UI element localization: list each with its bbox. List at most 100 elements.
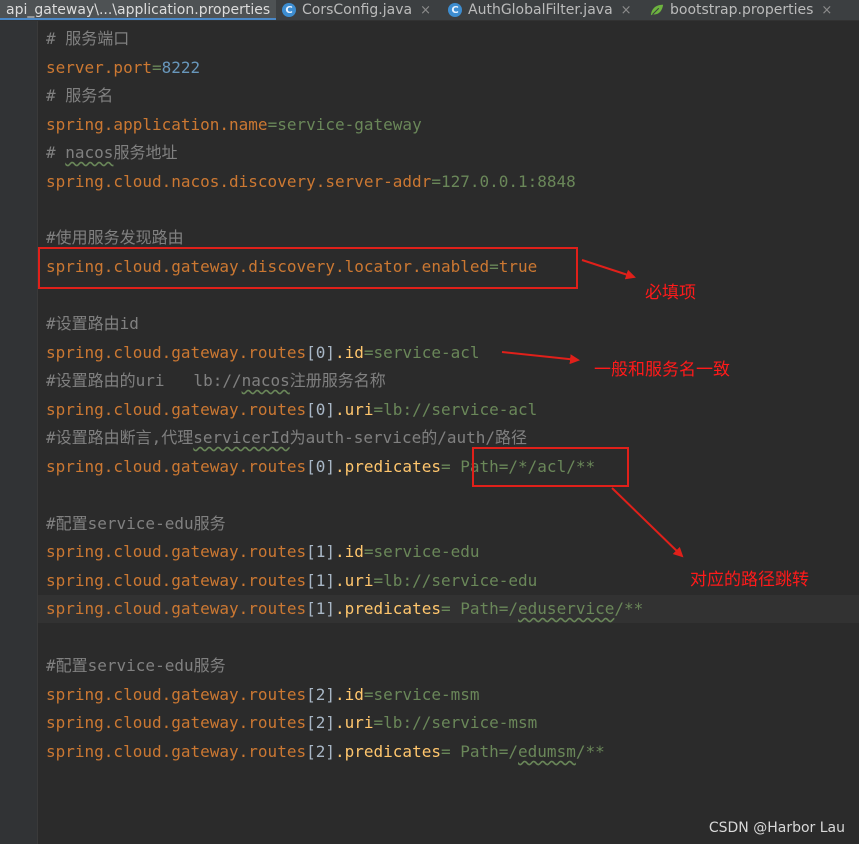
property-key: spring.cloud.gateway.routes [46,400,307,419]
property-key: spring.cloud.gateway.routes [46,343,307,362]
property-value: /** [575,742,605,761]
route-index: [1] [306,542,335,561]
comment: # [46,143,66,162]
equals-sign: = [267,115,278,134]
property-value: /** [614,599,644,618]
property-value: 127.0.0.1:8848 [440,172,576,191]
property-key: spring.application.name [46,115,268,134]
route-property: .uri [335,713,374,732]
code-line-20[interactable]: spring.cloud.gateway.routes[1].uri=lb://… [46,567,537,595]
annotation-path-mapping: 对应的路径跳转 [690,570,809,590]
highlight-box-predicates-path [472,447,629,487]
property-key: spring.cloud.nacos.discovery.server-addr [46,172,432,191]
equals-sign: = [373,713,384,732]
route-index: [2] [306,713,335,732]
equals-sign: = [151,58,162,77]
code-line-25[interactable]: spring.cloud.gateway.routes[2].uri=lb://… [46,709,537,737]
route-property: .predicates [335,599,441,618]
close-icon[interactable]: × [420,3,431,18]
route-index: [1] [306,571,335,590]
property-value: Path=/ [460,742,519,761]
property-key: spring.cloud.gateway.routes [46,685,307,704]
equals-sign: = [363,685,374,704]
tab-bootstrap-properties[interactable]: bootstrap.properties × [644,0,859,20]
annotation-same-as-service-name: 一般和服务名一致 [594,360,730,380]
comment: # 服务名 [46,86,114,105]
property-value: 8222 [161,58,201,77]
equals-sign: = [440,599,461,618]
tab-application-properties[interactable]: api_gateway\...\application.properties × [0,0,276,20]
line-gutter [0,21,38,844]
code-line-2[interactable]: server.port=8222 [46,54,200,82]
editor-tab-bar: api_gateway\...\application.properties ×… [0,0,859,21]
comment: #设置路由id [46,314,139,333]
route-property: .uri [335,400,374,419]
property-value-misspelled-word: eduservice [518,599,615,618]
comment-misspelled-word: nacos [65,143,114,162]
code-line-1[interactable]: # 服务端口 [46,25,129,53]
property-key: spring.cloud.gateway.routes [46,457,307,476]
route-index: [2] [306,685,335,704]
property-key: spring.cloud.gateway.routes [46,599,307,618]
code-line-26[interactable]: spring.cloud.gateway.routes[2].predicate… [46,738,605,766]
comment: #设置路由的uri lb:// [46,371,242,390]
tab-label: CorsConfig.java [302,2,413,18]
arrow-to-path-note [611,487,684,558]
spring-leaf-icon [650,3,664,17]
equals-sign: = [431,172,441,191]
property-value: lb://service-acl [383,400,538,419]
equals-sign: = [363,343,374,362]
property-key: spring.cloud.gateway.routes [46,742,307,761]
code-line-5[interactable]: # nacos服务地址 [46,139,177,167]
route-index: [0] [306,400,335,419]
code-line-3[interactable]: # 服务名 [46,82,113,110]
code-line-13[interactable]: #设置路由的uri lb://nacos注册服务名称 [46,367,386,395]
tab-authglobalfilter-java[interactable]: C AuthGlobalFilter.java × [442,0,644,20]
code-line-12[interactable]: spring.cloud.gateway.routes[0].id=servic… [46,339,480,367]
code-line-23[interactable]: #配置service-edu服务 [46,652,226,680]
route-property: .id [335,685,364,704]
code-line-4[interactable]: spring.application.name=service-gateway [46,111,422,139]
property-value: service-gateway [277,115,422,134]
arrow-to-required-note [581,259,636,280]
property-value: service-edu [373,542,480,561]
route-property: .id [335,343,364,362]
code-line-24[interactable]: spring.cloud.gateway.routes[2].id=servic… [46,681,480,709]
code-line-18[interactable]: #配置service-edu服务 [46,510,226,538]
equals-sign: = [363,542,374,561]
code-line-11[interactable]: #设置路由id [46,310,139,338]
close-icon[interactable]: × [621,3,632,18]
java-class-icon: C [448,3,462,17]
comment-misspelled-word: nacos [241,371,290,390]
close-icon[interactable]: × [821,3,832,18]
java-class-icon: C [282,3,296,17]
tab-corsconfig-java[interactable]: C CorsConfig.java × [276,0,442,20]
equals-sign: = [373,571,384,590]
code-line-19[interactable]: spring.cloud.gateway.routes[1].id=servic… [46,538,480,566]
tab-label: AuthGlobalFilter.java [468,2,613,18]
property-key: spring.cloud.gateway.routes [46,713,307,732]
property-value: service-msm [373,685,480,704]
code-line-15[interactable]: #设置路由断言,代理servicerId为auth-service的/auth/… [46,424,527,452]
code-line-6[interactable]: spring.cloud.nacos.discovery.server-addr… [46,168,576,196]
equals-sign: = [440,742,461,761]
route-property: .predicates [335,457,441,476]
comment: 注册服务名称 [289,371,386,390]
code-line-14[interactable]: spring.cloud.gateway.routes[0].uri=lb://… [46,396,537,424]
highlight-box-locator-enabled [38,247,578,289]
comment: #使用服务发现路由 [46,228,184,247]
route-index: [1] [306,599,335,618]
code-line-21[interactable]: spring.cloud.gateway.routes[1].predicate… [46,595,643,623]
property-value: lb://service-msm [383,713,538,732]
comment: #设置路由断言,代理 [46,428,194,447]
equals-sign: = [440,457,461,476]
route-index: [0] [306,457,335,476]
watermark: CSDN @Harbor Lau [708,820,845,836]
property-key: spring.cloud.gateway.routes [46,571,307,590]
property-value: lb://service-edu [383,571,538,590]
comment: #配置service-edu服务 [46,514,226,533]
property-value: service-acl [373,343,480,362]
property-key: server.port [46,58,152,77]
property-key: spring.cloud.gateway.routes [46,542,307,561]
route-index: [2] [306,742,335,761]
